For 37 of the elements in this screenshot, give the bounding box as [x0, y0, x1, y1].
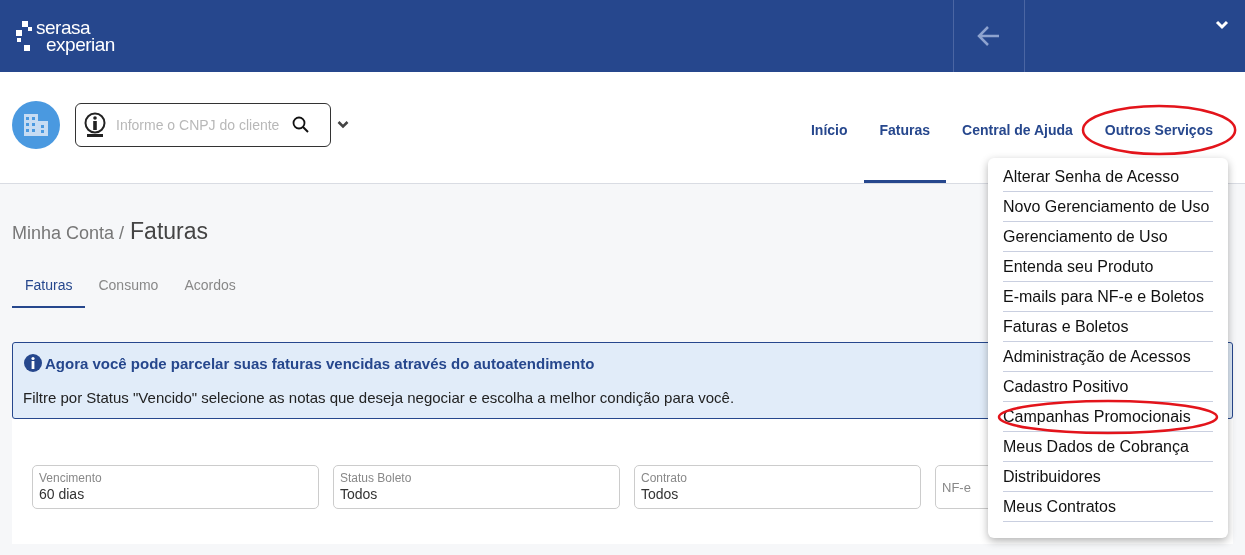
field-value: Todos [641, 486, 680, 502]
logo[interactable]: serasa experian [36, 19, 115, 53]
select-field[interactable]: Status Boleto Todos [333, 465, 620, 509]
menu-item[interactable]: Campanhas Promocionais [1003, 402, 1213, 432]
menu-item[interactable]: Entenda seu Produto [1003, 252, 1213, 282]
menu-item[interactable]: E-mails para NF-e e Boletos [1003, 282, 1213, 312]
field-value: Todos [340, 486, 379, 502]
menu-item[interactable]: Meus Contratos [1003, 492, 1213, 522]
field-label: Vencimento [39, 471, 103, 485]
tab[interactable]: Faturas [12, 267, 86, 308]
search-field[interactable]: Informe o CNPJ do cliente [75, 102, 331, 147]
field-value: 60 dias [39, 486, 86, 502]
menu-item[interactable]: Faturas e Boletos [1003, 312, 1213, 342]
menu-item[interactable]: Meus Dados de Cobrança [1003, 432, 1213, 462]
field-label: Status Boleto [340, 471, 413, 485]
menu-item[interactable]: Distribuidores [1003, 462, 1213, 492]
menu-item[interactable]: Cadastro Positivo [1003, 372, 1213, 402]
alert-title: Agora você pode parcelar suas faturas vencidas através do autoatendimento [45, 354, 595, 372]
field-label: Contrato [641, 471, 689, 485]
field-label: NF-e [942, 480, 972, 495]
alert-text: Filtre por Status "Vencido" selecione as notas que deseja negociar e escolha a melhor condição para você. [23, 389, 736, 406]
info-icon [84, 111, 106, 138]
search-icon[interactable] [292, 115, 310, 134]
nav-link[interactable]: Faturas [863, 72, 947, 183]
company-avatar[interactable] [12, 100, 60, 149]
nav-link[interactable]: Início [794, 72, 864, 183]
chevron-down-icon[interactable] [337, 120, 349, 129]
breadcrumb-link[interactable]: Minha Conta / [12, 223, 125, 244]
select-field[interactable]: Contrato Todos [634, 465, 921, 509]
page-title: Faturas [130, 218, 209, 245]
logo-dots-icon [16, 21, 32, 51]
menu-item[interactable]: Alterar Senha de Acesso [1003, 162, 1213, 192]
info-icon [23, 353, 43, 373]
select-field[interactable]: Vencimento 60 dias [32, 465, 319, 509]
menu-item[interactable]: Administração de Acessos [1003, 342, 1213, 372]
menu-item[interactable]: Gerenciamento de Uso [1003, 222, 1213, 252]
menu-item[interactable]: Novo Gerenciamento de Uso [1003, 192, 1213, 222]
